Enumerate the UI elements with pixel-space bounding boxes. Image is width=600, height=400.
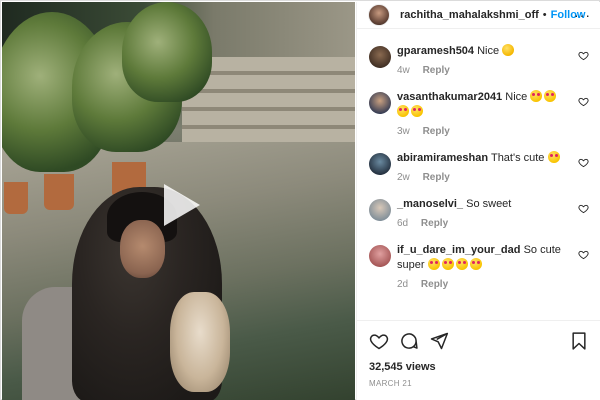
heart-eyes-emoji-icon bbox=[544, 90, 557, 102]
post-date: MARCH 21 bbox=[369, 379, 412, 388]
commenter-username[interactable]: vasanthakumar2041 bbox=[397, 91, 502, 103]
comment-message: That's cute bbox=[490, 152, 545, 164]
comment-meta: 4w Reply bbox=[397, 65, 569, 76]
video-dog bbox=[170, 292, 230, 392]
commenter-avatar[interactable] bbox=[369, 199, 391, 221]
author-username[interactable]: rachitha_mahalakshmi_off bbox=[400, 9, 539, 21]
comment-meta: 2w Reply bbox=[397, 172, 569, 183]
video-pot bbox=[44, 174, 74, 210]
comment-like-icon[interactable] bbox=[578, 50, 589, 61]
heart-icon[interactable] bbox=[369, 331, 389, 351]
comment-time: 6d bbox=[397, 218, 409, 229]
reply-button[interactable]: Reply bbox=[423, 172, 450, 183]
comment-time: 2w bbox=[397, 172, 410, 183]
commenter-avatar[interactable] bbox=[369, 245, 391, 267]
commenter-username[interactable]: abiramirameshan bbox=[397, 152, 488, 164]
heart-eyes-emoji-icon bbox=[455, 258, 468, 270]
reply-button[interactable]: Reply bbox=[421, 279, 448, 290]
commenter-avatar[interactable] bbox=[369, 153, 391, 175]
comment-time: 3w bbox=[397, 126, 410, 137]
reply-button[interactable]: Reply bbox=[423, 65, 450, 76]
comment-item: gparamesh504 Nice 4w Reply bbox=[357, 44, 600, 76]
post-video[interactable] bbox=[2, 2, 355, 400]
comment-meta: 6d Reply bbox=[397, 218, 569, 229]
heart-eyes-emoji-icon bbox=[427, 258, 440, 270]
post-frame: rachitha_mahalakshmi_off • Follow ··· gp… bbox=[0, 0, 600, 400]
bookmark-icon[interactable] bbox=[569, 331, 589, 351]
commenter-username[interactable]: if_u_dare_im_your_dad bbox=[397, 244, 521, 256]
commenter-avatar[interactable] bbox=[369, 46, 391, 68]
comment-item: _manoselvi_ So sweet 6d Reply bbox=[357, 197, 600, 229]
comment-text: vasanthakumar2041 Nice bbox=[397, 90, 569, 120]
comment-like-icon[interactable] bbox=[578, 96, 589, 107]
comment-list: gparamesh504 Nice 4w Reply vasanthakumar… bbox=[357, 30, 600, 320]
comment-icon[interactable] bbox=[399, 331, 419, 351]
reply-button[interactable]: Reply bbox=[423, 126, 450, 137]
heart-eyes-emoji-icon bbox=[530, 90, 543, 102]
comment-text: if_u_dare_im_your_dad So cute super bbox=[397, 243, 569, 273]
share-icon[interactable] bbox=[429, 331, 449, 351]
comment-time: 4w bbox=[397, 65, 410, 76]
comment-like-icon[interactable] bbox=[578, 203, 589, 214]
heart-eyes-emoji-icon bbox=[397, 105, 409, 117]
comment-text: abiramirameshan That's cute bbox=[397, 151, 569, 166]
post-side-panel: rachitha_mahalakshmi_off • Follow ··· gp… bbox=[356, 2, 600, 400]
comment-message: Nice bbox=[477, 45, 500, 57]
comment-time: 2d bbox=[397, 279, 409, 290]
comment-message: So sweet bbox=[466, 198, 512, 210]
play-icon[interactable] bbox=[154, 180, 204, 230]
comment-item: vasanthakumar2041 Nice 3w Reply bbox=[357, 90, 600, 137]
action-bar bbox=[369, 329, 589, 353]
commenter-username[interactable]: gparamesh504 bbox=[397, 45, 474, 57]
heart-eyes-emoji-icon bbox=[411, 105, 423, 117]
commenter-avatar[interactable] bbox=[369, 92, 391, 114]
author-avatar[interactable] bbox=[368, 4, 390, 26]
post-actions: 32,545 views MARCH 21 bbox=[357, 320, 600, 388]
reply-button[interactable]: Reply bbox=[421, 218, 448, 229]
comment-meta: 2d Reply bbox=[397, 279, 569, 290]
comment-message: Nice bbox=[505, 91, 528, 103]
heart-eyes-emoji-icon bbox=[469, 258, 482, 270]
comment-text: gparamesh504 Nice bbox=[397, 44, 569, 59]
heart-eyes-emoji-icon bbox=[547, 151, 560, 163]
comment-text: _manoselvi_ So sweet bbox=[397, 197, 569, 212]
commenter-username[interactable]: _manoselvi_ bbox=[397, 198, 463, 210]
comment-item: if_u_dare_im_your_dad So cute super 2d R… bbox=[357, 243, 600, 290]
post-header: rachitha_mahalakshmi_off • Follow ··· bbox=[357, 2, 600, 29]
video-plant bbox=[122, 2, 212, 102]
comment-meta: 3w Reply bbox=[397, 126, 569, 137]
video-pot bbox=[4, 182, 28, 214]
more-options-icon[interactable]: ··· bbox=[574, 7, 591, 23]
header-separator: • bbox=[542, 9, 547, 21]
comment-item: abiramirameshan That's cute 2w Reply bbox=[357, 151, 600, 183]
scream-emoji-icon bbox=[502, 44, 515, 56]
heart-eyes-emoji-icon bbox=[441, 258, 454, 270]
view-count[interactable]: 32,545 views bbox=[369, 361, 589, 373]
comment-like-icon[interactable] bbox=[578, 249, 589, 260]
comment-like-icon[interactable] bbox=[578, 157, 589, 168]
